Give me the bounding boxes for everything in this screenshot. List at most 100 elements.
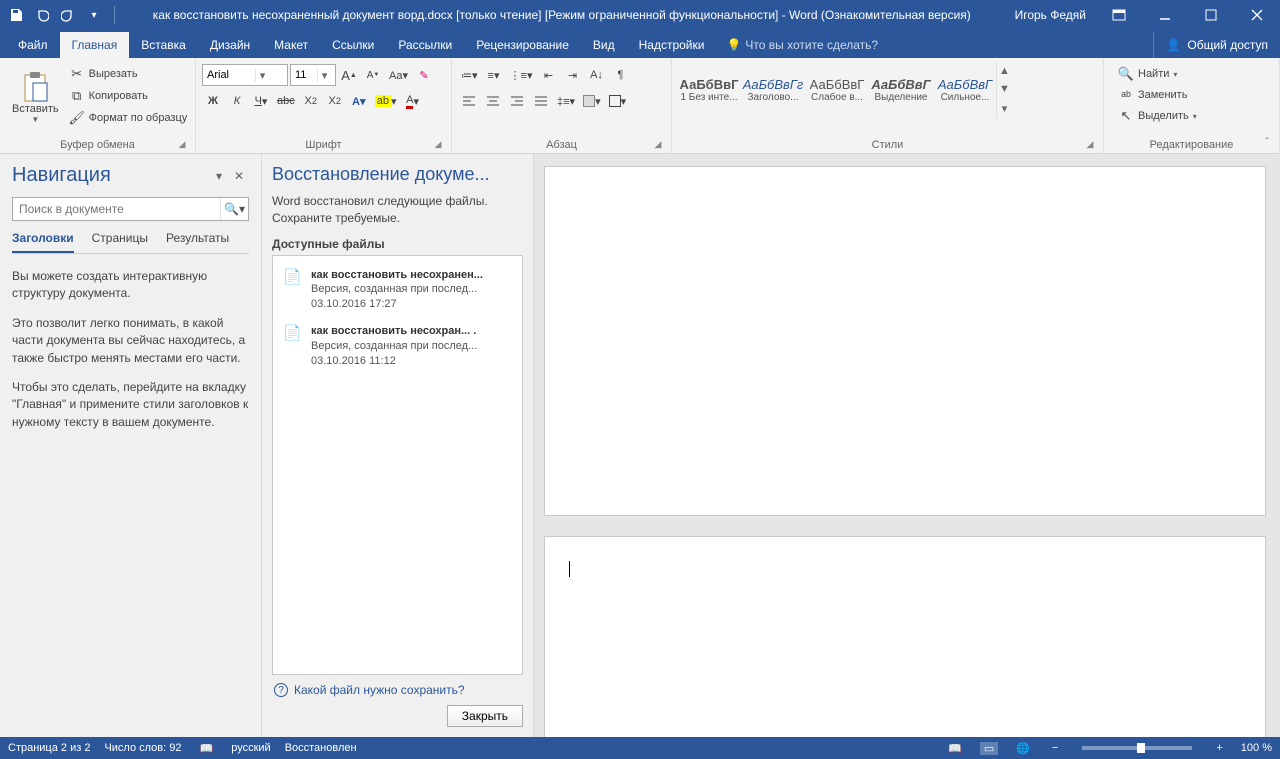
font-name-combo[interactable]: ▾ — [202, 64, 288, 86]
user-name[interactable]: Игорь Федяй — [1005, 8, 1096, 22]
close-icon[interactable] — [1234, 0, 1280, 30]
increase-indent-icon[interactable]: ⇥ — [561, 64, 583, 86]
style-item[interactable]: АаБбВвГВыделение — [870, 62, 932, 118]
zoom-slider[interactable] — [1082, 746, 1192, 750]
select-button[interactable]: ↖Выделить▾ — [1114, 106, 1201, 126]
document-page[interactable] — [544, 166, 1266, 516]
dialog-launcher-icon[interactable]: ◢ — [1083, 137, 1097, 151]
status-page[interactable]: Страница 2 из 2 — [8, 742, 90, 754]
numbering-icon[interactable]: ≡▾ — [483, 64, 505, 86]
nav-close-icon[interactable]: ✕ — [229, 169, 249, 183]
bold-button[interactable]: Ж — [202, 90, 224, 112]
status-language[interactable]: русский — [231, 742, 270, 754]
tab-references[interactable]: Ссылки — [320, 32, 386, 58]
ribbon-display-icon[interactable] — [1096, 0, 1142, 30]
nav-tab-results[interactable]: Результаты — [166, 231, 229, 253]
zoom-in-icon[interactable]: + — [1212, 742, 1226, 754]
justify-icon[interactable] — [530, 90, 552, 112]
spellcheck-icon[interactable]: 📖 — [196, 742, 218, 755]
decrease-font-icon[interactable]: A▼ — [362, 64, 384, 86]
search-input[interactable] — [13, 198, 220, 220]
highlight-icon[interactable]: ab▾ — [372, 90, 400, 112]
zoom-out-icon[interactable]: − — [1048, 742, 1062, 754]
style-gallery[interactable]: АаБбВвГ1 Без инте... АаБбВвГгЗаголово...… — [678, 62, 996, 118]
style-item[interactable]: АаБбВвГСлабое в... — [806, 62, 868, 118]
clear-formatting-icon[interactable]: ✎ — [413, 64, 435, 86]
print-layout-icon[interactable]: ▭ — [980, 742, 998, 755]
tab-insert[interactable]: Вставка — [129, 32, 198, 58]
read-mode-icon[interactable]: 📖 — [944, 742, 966, 755]
style-item[interactable]: АаБбВвГгЗаголово... — [742, 62, 804, 118]
pointer-icon: ↖ — [1118, 108, 1134, 124]
copy-button[interactable]: ⧉Копировать — [65, 86, 192, 106]
decrease-indent-icon[interactable]: ⇤ — [537, 64, 559, 86]
collapse-ribbon-icon[interactable]: ˆ — [1258, 137, 1276, 151]
document-page[interactable] — [544, 536, 1266, 737]
save-icon[interactable] — [4, 3, 28, 27]
recovery-item[interactable]: 📄 как восстановить несохранен... Версия,… — [275, 262, 520, 319]
bullets-icon[interactable]: ≔▾ — [458, 64, 481, 86]
redo-icon[interactable] — [56, 3, 80, 27]
nav-tab-pages[interactable]: Страницы — [92, 231, 148, 253]
tab-design[interactable]: Дизайн — [198, 32, 262, 58]
multilevel-icon[interactable]: ⋮≡▾ — [507, 64, 536, 86]
subscript-button[interactable]: X2 — [300, 90, 322, 112]
recovery-help-link[interactable]: ?Какой файл нужно сохранить? — [272, 675, 523, 705]
tab-mailings[interactable]: Рассылки — [386, 32, 464, 58]
underline-button[interactable]: Ч▾ — [250, 90, 272, 112]
tab-layout[interactable]: Макет — [262, 32, 320, 58]
shading-icon[interactable]: ▾ — [580, 90, 604, 112]
nav-search[interactable]: 🔍▾ — [12, 197, 249, 221]
chevron-down-icon[interactable]: ▾ — [255, 69, 269, 82]
align-center-icon[interactable] — [482, 90, 504, 112]
font-size-combo[interactable]: ▾ — [290, 64, 336, 86]
borders-icon[interactable]: ▾ — [606, 90, 630, 112]
line-spacing-icon[interactable]: ‡≡▾ — [554, 90, 578, 112]
recovery-close-button[interactable]: Закрыть — [447, 705, 523, 727]
document-area[interactable] — [534, 154, 1280, 737]
share-button[interactable]: 👤Общий доступ — [1153, 32, 1280, 58]
align-left-icon[interactable] — [458, 90, 480, 112]
zoom-level[interactable]: 100 % — [1241, 742, 1272, 754]
maximize-icon[interactable] — [1188, 0, 1234, 30]
clipboard-group-label: Буфер обмена — [60, 139, 135, 151]
replace-button[interactable]: ᵃᵇЗаменить — [1114, 85, 1191, 105]
dialog-launcher-icon[interactable]: ◢ — [175, 137, 189, 151]
nav-tab-headings[interactable]: Заголовки — [12, 231, 74, 253]
text-effects-icon[interactable]: A▾ — [348, 90, 370, 112]
qat-customize-icon[interactable]: ▾ — [82, 3, 106, 27]
tab-addins[interactable]: Надстройки — [627, 32, 717, 58]
italic-button[interactable]: К — [226, 90, 248, 112]
tab-home[interactable]: Главная — [60, 32, 130, 58]
status-words[interactable]: Число слов: 92 — [104, 742, 181, 754]
format-painter-button[interactable]: 🖌Формат по образцу — [65, 108, 192, 128]
find-button[interactable]: 🔍Найти▾ — [1114, 64, 1181, 84]
minimize-icon[interactable] — [1142, 0, 1188, 30]
cut-button[interactable]: ✂Вырезать — [65, 64, 192, 84]
dialog-launcher-icon[interactable]: ◢ — [651, 137, 665, 151]
superscript-button[interactable]: X2 — [324, 90, 346, 112]
chevron-down-icon[interactable]: ▾ — [317, 69, 331, 82]
tab-view[interactable]: Вид — [581, 32, 627, 58]
tab-file[interactable]: Файл — [6, 32, 60, 58]
show-marks-icon[interactable]: ¶ — [609, 64, 631, 86]
web-layout-icon[interactable]: 🌐 — [1012, 742, 1034, 755]
tab-review[interactable]: Рецензирование — [464, 32, 581, 58]
style-item[interactable]: АаБбВвГСильное... — [934, 62, 996, 118]
sort-icon[interactable]: A↓ — [585, 64, 607, 86]
style-item[interactable]: АаБбВвГ1 Без инте... — [678, 62, 740, 118]
search-icon[interactable]: 🔍▾ — [220, 198, 248, 220]
dialog-launcher-icon[interactable]: ◢ — [431, 137, 445, 151]
strike-button[interactable]: abc — [274, 90, 298, 112]
question-icon: ? — [274, 683, 288, 697]
tell-me[interactable]: 💡Что вы хотите сделать? — [716, 32, 888, 58]
nav-menu-icon[interactable]: ▾ — [209, 169, 229, 183]
increase-font-icon[interactable]: A▲ — [338, 64, 360, 86]
font-color-icon[interactable]: A▾ — [402, 90, 424, 112]
undo-icon[interactable] — [30, 3, 54, 27]
paste-button[interactable]: Вставить ▼ — [6, 62, 65, 132]
change-case-icon[interactable]: Aa▾ — [386, 64, 411, 86]
recovery-item[interactable]: 📄 как восстановить несохран... . Версия,… — [275, 318, 520, 375]
align-right-icon[interactable] — [506, 90, 528, 112]
styles-more-icon[interactable]: ▲▼▾ — [996, 62, 1012, 118]
